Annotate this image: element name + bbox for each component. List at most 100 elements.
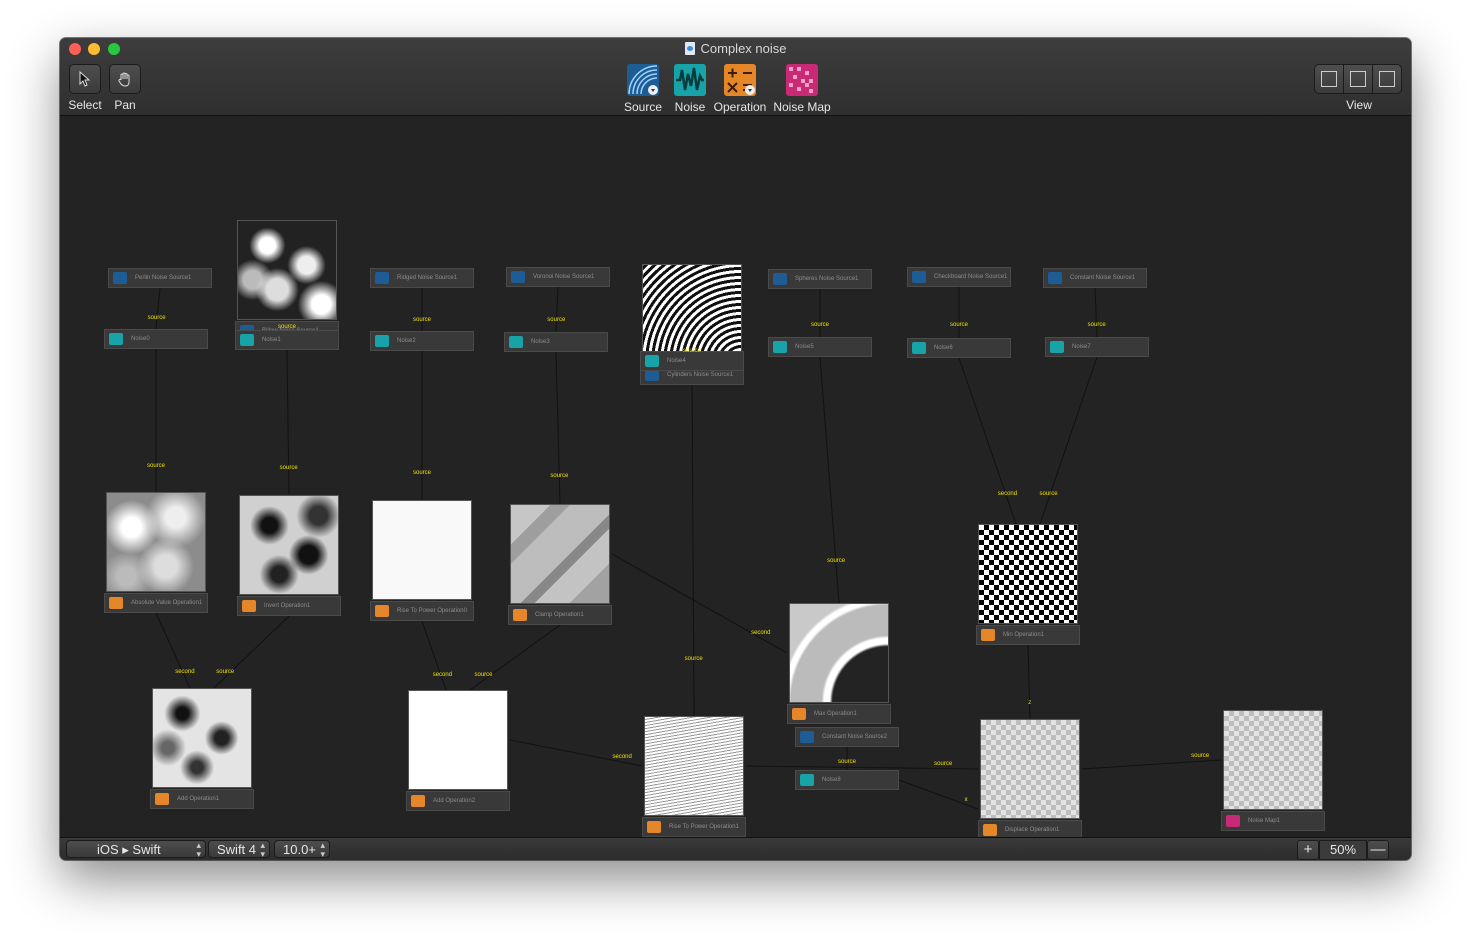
operation-tool[interactable]: Operation [712, 64, 768, 114]
max-node[interactable]: Max Operation1 [787, 704, 891, 724]
noise-waveform-icon[interactable] [674, 64, 706, 96]
zoom-out-button[interactable]: — [1367, 840, 1389, 860]
add1-preview[interactable] [152, 688, 252, 788]
wire [898, 779, 979, 810]
left-panel-toggle-icon[interactable] [1315, 65, 1344, 93]
add2-preview[interactable] [408, 690, 508, 790]
min-node[interactable]: Min Operation1 [976, 625, 1080, 645]
wire-label: source [1087, 321, 1106, 328]
swift-version-value: Swift 4 [217, 842, 257, 857]
wire [555, 351, 561, 505]
wire [286, 349, 290, 496]
wire [469, 624, 561, 691]
noise2-node[interactable]: Noise2 [370, 331, 474, 351]
noise-tool[interactable]: Noise [672, 64, 708, 114]
operation-icon [375, 605, 389, 617]
add2-node[interactable]: Add Operation2 [406, 791, 510, 811]
noise-label: Noise [674, 100, 706, 114]
node-label: Displace Operation1 [1005, 827, 1060, 833]
constant2-node[interactable]: Constant Noise Source2 [795, 727, 899, 747]
cursor-arrow-icon[interactable] [69, 64, 101, 94]
node-label: Noise3 [531, 339, 550, 345]
noise-map-tool[interactable]: Noise Map [772, 64, 832, 114]
min-preview[interactable] [978, 524, 1078, 624]
clamp-preview[interactable] [510, 504, 610, 604]
spheres-node[interactable]: Spheres Noise Source1 [768, 269, 872, 289]
constant1-node[interactable]: Constant Noise Source1 [1043, 268, 1147, 288]
view-label: View [1346, 98, 1372, 112]
source-icon [912, 271, 926, 283]
wire-label: source [837, 758, 857, 765]
ridged-node[interactable]: Ridged Noise Source1 [370, 268, 474, 288]
noisemap-node[interactable]: Noise Map1 [1221, 811, 1325, 831]
noise-map-label: Noise Map [773, 100, 831, 114]
source-waves-icon[interactable] [627, 64, 659, 96]
source-tool[interactable]: Source [622, 64, 664, 114]
invert-preview[interactable] [239, 495, 339, 595]
rtp1-preview[interactable] [644, 716, 744, 816]
perlin-node[interactable]: Perlin Noise Source1 [108, 268, 212, 288]
displace-preview[interactable] [980, 719, 1080, 819]
app-window: Complex noise Select Pan Source Noise Op… [60, 38, 1411, 860]
node-canvas[interactable]: Billow Noise Source1Perlin Noise Source1… [60, 116, 1411, 840]
noise6-node[interactable]: Noise6 [907, 338, 1011, 358]
operation-calculator-icon[interactable] [724, 64, 756, 96]
wire-label: source [684, 656, 703, 663]
hand-icon[interactable] [109, 64, 141, 94]
clamp-node[interactable]: Clamp Operation1 [508, 605, 612, 625]
wire-label: source [949, 322, 969, 329]
node-label: Noise4 [667, 358, 686, 364]
invert-node[interactable]: Invert Operation1 [237, 596, 341, 616]
select-label: Select [68, 98, 102, 112]
wire-label: source [1039, 490, 1058, 497]
zoom-in-button[interactable]: + [1297, 840, 1319, 860]
os-version-popup[interactable]: 10.0+ ▴ ▾ [274, 840, 330, 859]
rtp0-node[interactable]: Rise To Power Operation0 [370, 601, 474, 621]
view-segmented-control[interactable] [1314, 64, 1402, 94]
swift-version-popup[interactable]: Swift 4 ▴ ▾ [208, 840, 270, 859]
right-panel-toggle-icon[interactable] [1373, 65, 1401, 93]
node-label: Max Operation1 [814, 711, 857, 717]
popup-arrows-icon: ▴ ▾ [320, 840, 325, 859]
wire-label: source [412, 469, 432, 476]
noise1-node[interactable]: Noise1 [235, 330, 339, 350]
pan-tool[interactable]: Pan [108, 64, 142, 112]
toolbar: Complex noise Select Pan Source Noise Op… [60, 38, 1411, 116]
absval-node[interactable]: Absolute Value Operation1 [104, 593, 208, 613]
node-label: Spheres Noise Source1 [795, 276, 859, 282]
voronoi-node[interactable]: Voronoi Noise Source1 [506, 267, 610, 287]
source-icon [113, 272, 127, 284]
node-label: Rise To Power Operation0 [397, 608, 467, 614]
wire-label: source [147, 314, 166, 321]
node-label: Voronoi Noise Source1 [533, 274, 595, 280]
wire [155, 612, 191, 689]
noise0-node[interactable]: Noise0 [104, 329, 208, 349]
noise-icon [800, 774, 814, 786]
wire [509, 739, 643, 767]
wire-label: source [216, 669, 235, 676]
noise-icon [1050, 341, 1064, 353]
wire [1039, 356, 1098, 525]
platform-popup[interactable]: iOS ▸ Swift ▴ ▾ [66, 840, 206, 859]
node-label: Noise0 [131, 336, 150, 342]
noise3-node[interactable]: Noise3 [504, 332, 608, 352]
rtp1-node[interactable]: Rise To Power Operation1 [642, 817, 746, 837]
noise5-node[interactable]: Noise5 [768, 337, 872, 357]
checkboard-node[interactable]: Checkboard Noise Source1 [907, 267, 1011, 287]
node-label: Invert Operation1 [264, 603, 311, 609]
node-label: Constant Noise Source1 [1070, 275, 1136, 281]
select-tool[interactable]: Select [68, 64, 102, 112]
noise8-node[interactable]: Noise8 [795, 770, 899, 790]
bottom-panel-toggle-icon[interactable] [1344, 65, 1373, 93]
add1-node[interactable]: Add Operation1 [150, 789, 254, 809]
rtp0-preview[interactable] [372, 500, 472, 600]
node-label: Constant Noise Source2 [822, 734, 888, 740]
billow-preview[interactable] [237, 220, 337, 320]
absval-preview[interactable] [106, 492, 206, 592]
max-preview[interactable] [789, 603, 889, 703]
noise-map-icon[interactable] [786, 64, 818, 96]
noise-icon [109, 333, 123, 345]
noisemap-preview[interactable] [1223, 710, 1323, 810]
noise7-node[interactable]: Noise7 [1045, 337, 1149, 357]
node-label: Noise Map1 [1248, 818, 1281, 824]
